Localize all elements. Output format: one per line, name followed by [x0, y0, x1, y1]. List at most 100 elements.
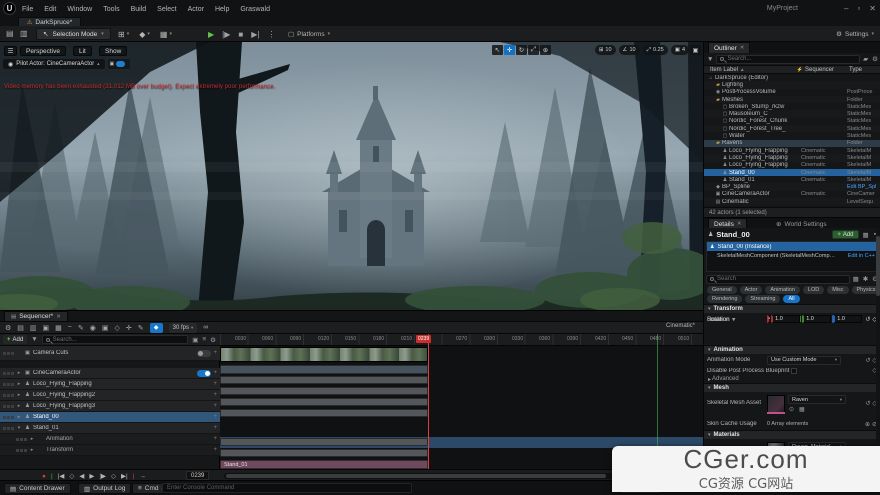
console-input[interactable]: Enter Console Command	[162, 483, 412, 493]
timeline-zoom-scrollbar[interactable]	[224, 473, 664, 479]
play-control[interactable]: ▶|	[251, 30, 259, 39]
maximize-viewport-icon[interactable]: ▣	[690, 45, 701, 55]
column-item-label[interactable]: Item Label	[704, 67, 738, 73]
level-tab[interactable]: ⚠ DarkSpruce*	[18, 17, 81, 26]
menu-item[interactable]: Actor	[188, 6, 204, 13]
track-toggles[interactable]	[16, 449, 27, 452]
editor-mode-dropdown[interactable]: ↖ Selection Mode ▾	[36, 28, 111, 40]
sequencer-track-row[interactable]: ▣ Camera Cuts +	[0, 346, 220, 361]
track-toggles[interactable]	[3, 416, 14, 419]
animation-clip[interactable]: Stand_01	[220, 460, 428, 469]
menu-item[interactable]: Help	[215, 6, 229, 13]
filter-chip[interactable]: LOD	[803, 286, 824, 294]
panel-icon[interactable]: ✱	[862, 275, 869, 283]
browse-asset-icon[interactable]: ▦	[798, 406, 806, 413]
play-control[interactable]: ▶	[208, 30, 214, 39]
transport-button[interactable]: ◇	[69, 472, 74, 480]
toolbar-dropdown[interactable]: ▦▾	[160, 30, 172, 39]
menu-item[interactable]: Select	[157, 6, 176, 13]
section-animation[interactable]: ▾ Animation	[704, 345, 880, 354]
close-icon[interactable]: ✕	[737, 221, 742, 227]
filter-chip[interactable]: Rendering	[707, 295, 742, 303]
toolbar-icon[interactable]: ▣	[102, 324, 109, 332]
transport-button[interactable]: →	[139, 473, 146, 480]
menu-item[interactable]: Build	[131, 6, 147, 13]
outliner-row[interactable]: ◆ BP_Spline Edit BP_Spl	[704, 183, 880, 190]
menu-item[interactable]: Graswald	[240, 6, 270, 13]
sequencer-track-row[interactable]: ▾ ♟ Stand_01 +	[0, 423, 220, 434]
panel-icon[interactable]: ▦	[852, 275, 860, 283]
toolbar-icon[interactable]: ▦	[55, 324, 62, 332]
auto-key-toggle[interactable]: ◆	[150, 323, 163, 333]
menu-item[interactable]: Tools	[103, 6, 119, 13]
animation-track-bar[interactable]	[220, 376, 428, 384]
outliner-row[interactable]: ♟ Stand_00 Cinematic SkeletalM	[704, 169, 880, 176]
transport-button[interactable]: ◇	[111, 472, 116, 480]
toolbar-icon[interactable]: ✛	[126, 324, 132, 332]
transport-button[interactable]: |	[133, 473, 135, 480]
track-active-toggle[interactable]	[197, 370, 211, 377]
toolbar-icon[interactable]: ✎	[78, 324, 84, 332]
toolbar-icon[interactable]: ◇	[114, 324, 119, 332]
column-sequencer[interactable]: Sequencer	[805, 67, 849, 73]
playhead[interactable]	[428, 334, 429, 469]
component-row[interactable]: SkeletalMeshComponent (SkeletalMeshCompo…	[707, 251, 878, 260]
outliner-row[interactable]: ▰ Ravens Folder	[704, 140, 880, 147]
filter-chip[interactable]: Streaming	[745, 295, 780, 303]
outliner-row[interactable]: ♟ Loco_Flying_Flapping Cinematic Skeleta…	[704, 147, 880, 154]
sequencer-track-row[interactable]: ▸ ♟ Loco_Flying_Flapping +	[0, 379, 220, 390]
toolbar-icon[interactable]: ~	[68, 324, 72, 331]
sequencer-track-row[interactable]: ▸ ▣ CineCameraActor +	[0, 368, 220, 379]
sequence-breadcrumb[interactable]: Cinematic*	[666, 323, 695, 329]
outliner-row[interactable]: ▢ Broken_Stump_rkzw StaticMes	[704, 103, 880, 110]
play-control[interactable]: ⋮	[267, 30, 275, 39]
expand-chevron-icon[interactable]: ▾	[16, 425, 22, 431]
revert-icon[interactable]: ↺	[864, 400, 871, 407]
revert-icon[interactable]: ↺	[864, 316, 871, 323]
transform-tool[interactable]: ⤢	[528, 45, 539, 55]
panel-icon[interactable]: ▣	[191, 336, 199, 344]
track-toggles[interactable]	[3, 352, 14, 355]
camera-track-bar[interactable]	[220, 365, 428, 374]
transform-tool[interactable]: ↖	[492, 45, 503, 55]
outliner-search-input[interactable]: Search...	[716, 55, 860, 64]
track-active-toggle[interactable]	[197, 350, 211, 357]
tab-outliner[interactable]: Outliner ✕	[708, 42, 750, 53]
sequencer-track-row[interactable]: ▸ ♟ Stand_00 +	[0, 412, 220, 423]
outliner-row[interactable]: ▰ Lighting	[704, 81, 880, 88]
new-folder-icon[interactable]: ▰	[862, 55, 869, 63]
transform-tool[interactable]: ↻	[516, 45, 527, 55]
toolbar-icon[interactable]: ◉	[90, 324, 96, 332]
minimize-button[interactable]: –	[844, 4, 848, 13]
outliner-row[interactable]: ▢ Nordic_Forest_Chunk StaticMes	[704, 118, 880, 125]
settings-dropdown[interactable]: ⚙ Settings ▾	[836, 28, 874, 40]
toolbar-icon[interactable]: ✎	[138, 324, 144, 332]
toolbar-dropdown[interactable]: ◆▾	[139, 30, 150, 39]
track-filter-icon[interactable]: ▼	[30, 336, 38, 343]
browse-icon[interactable]: ▦	[862, 231, 870, 239]
toolbar-icon[interactable]: ▥	[30, 324, 37, 332]
column-type[interactable]: Type	[849, 67, 880, 73]
outliner-row[interactable]: ▢ Water StaticMes	[704, 132, 880, 139]
track-add-icon[interactable]: +	[213, 447, 217, 453]
transform-tool[interactable]: ✛	[504, 45, 515, 55]
section-transform[interactable]: ▾ Transform	[704, 304, 880, 313]
edit-in-cpp-link[interactable]: Edit in C++	[848, 253, 875, 259]
toolbar-icon[interactable]: ▣	[43, 324, 50, 332]
instance-row[interactable]: ♟ Stand_00 (Instance)	[707, 242, 878, 251]
skeletal-mesh-thumbnail[interactable]	[767, 395, 785, 413]
animation-track-bar[interactable]	[220, 438, 428, 446]
platforms-dropdown[interactable]: ▢ Platforms ▾	[288, 28, 330, 40]
track-toggles[interactable]	[3, 405, 14, 408]
play-control[interactable]: ■	[238, 30, 243, 39]
toolbar-icon[interactable]: ⚙	[5, 324, 11, 332]
panel-icon[interactable]: ≡	[201, 336, 207, 343]
filter-chip[interactable]: All	[783, 295, 799, 303]
snap-control[interactable]: ▣4	[671, 45, 689, 55]
track-toggles[interactable]	[3, 372, 14, 375]
outliner-row[interactable]: ⌂ DarkSpruce (Editor)	[704, 74, 880, 81]
play-control[interactable]: |▶	[222, 30, 230, 39]
expand-chevron-icon[interactable]: ▸	[16, 403, 22, 409]
track-add-icon[interactable]: +	[213, 392, 217, 398]
view-mode-button[interactable]: Lit	[73, 46, 92, 56]
